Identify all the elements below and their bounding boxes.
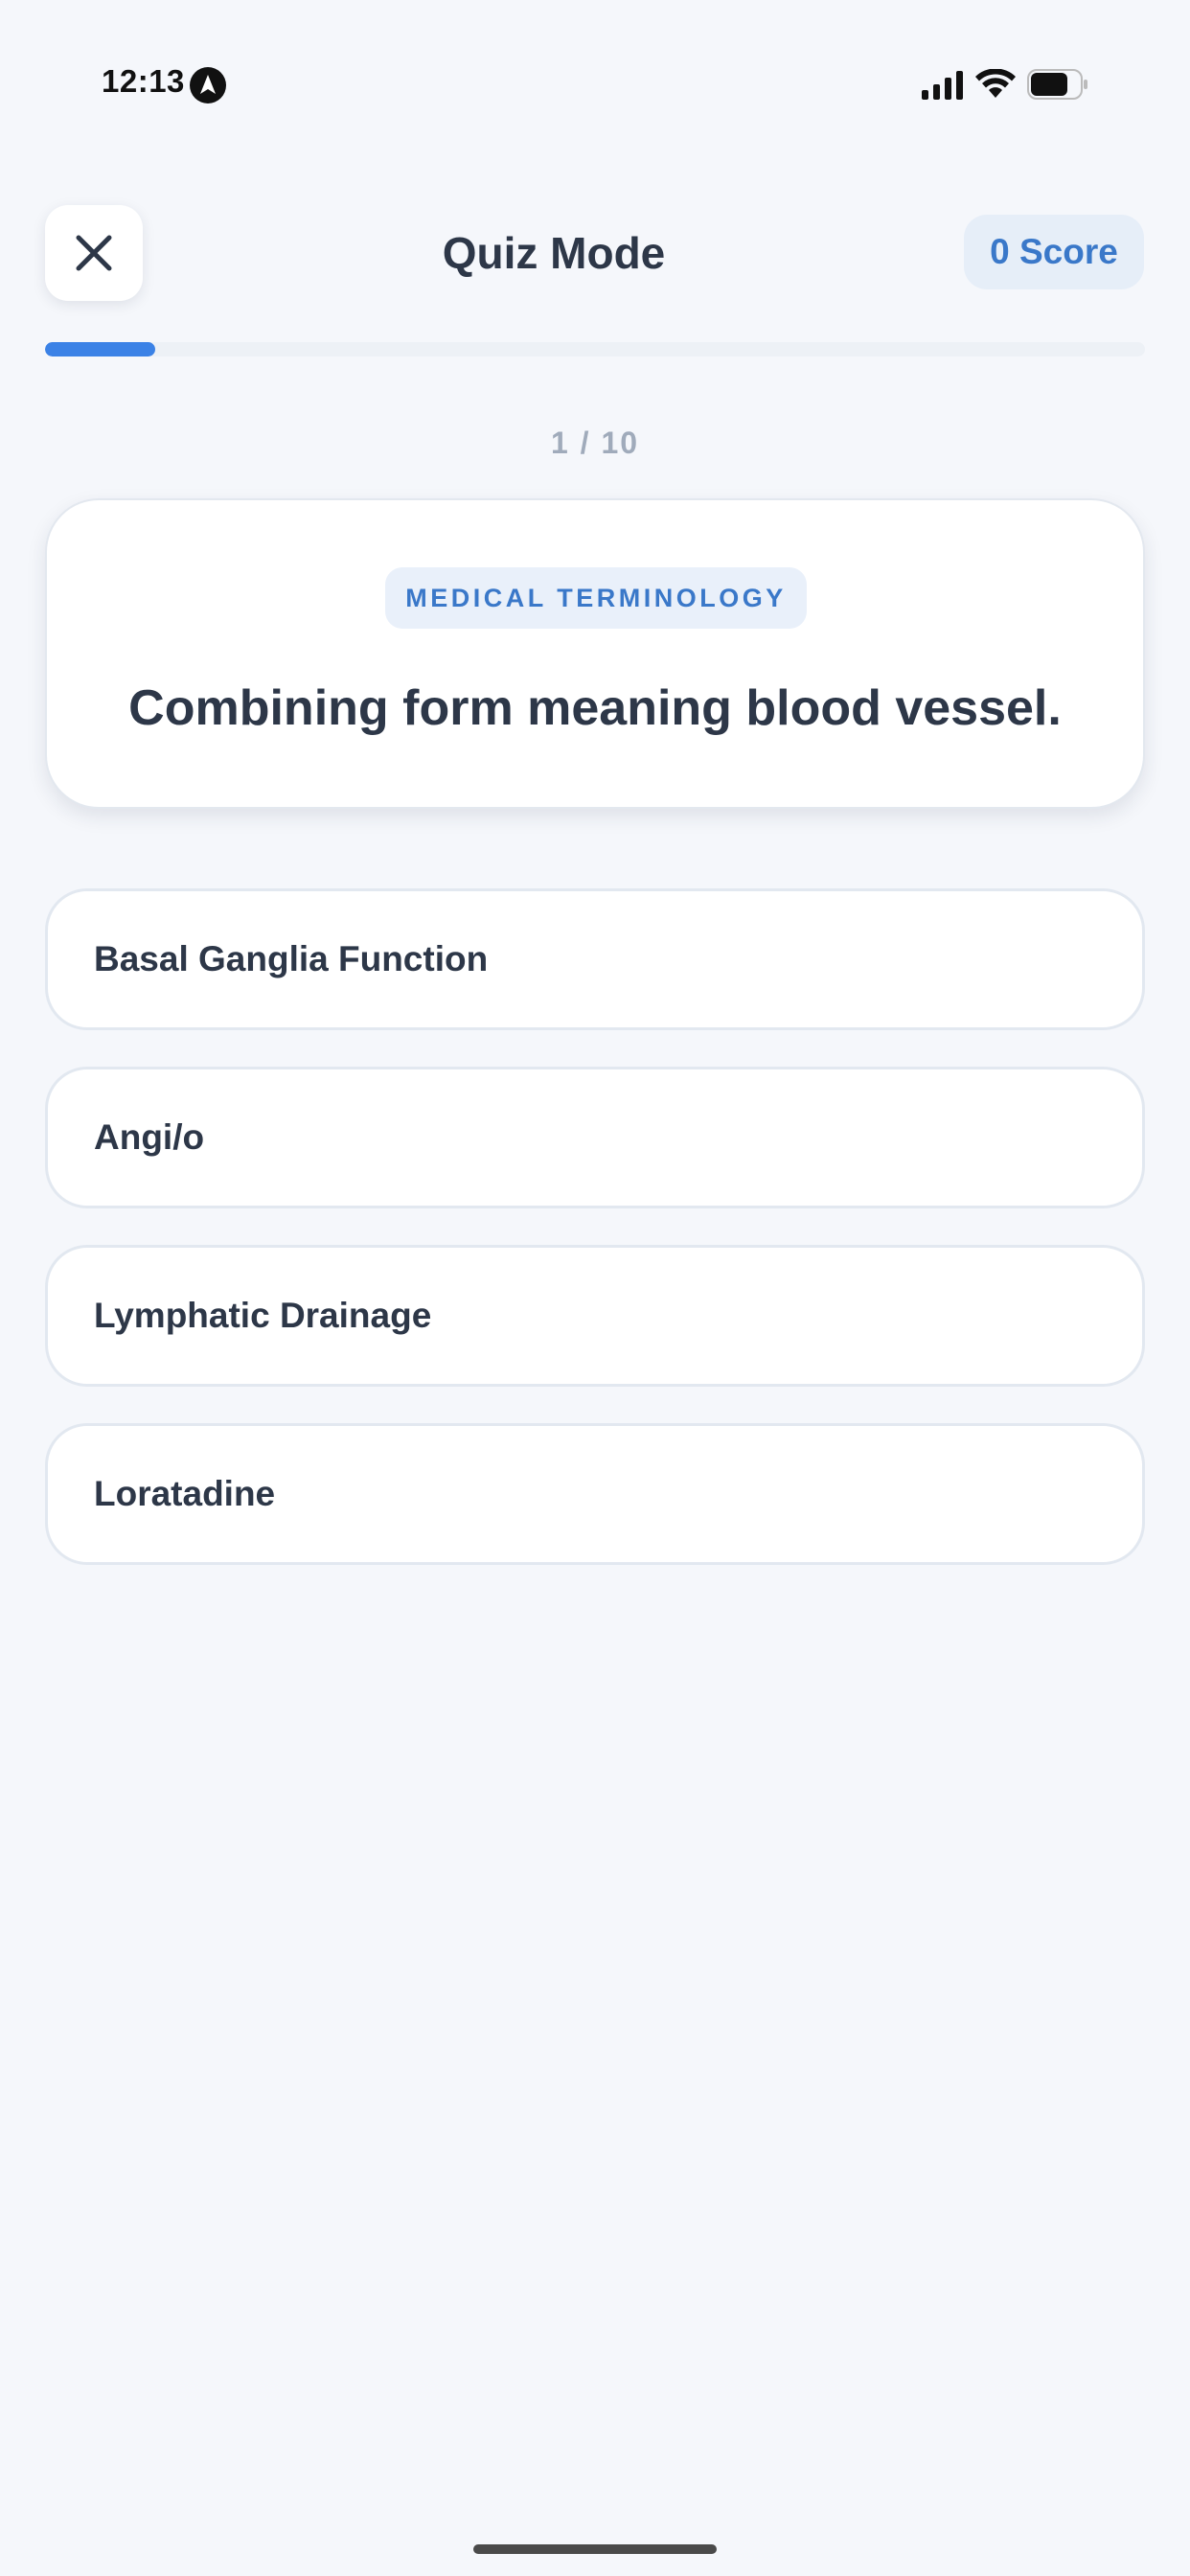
cellular-signal-icon [922,71,963,100]
close-button[interactable] [45,205,143,301]
answer-list: Basal Ganglia Function Angi/o Lymphatic … [45,888,1145,1601]
home-indicator [473,2544,717,2554]
close-icon [76,235,112,271]
question-text: Combining form meaning blood vessel. [128,680,1062,736]
wifi-icon [975,69,1016,98]
battery-icon [1027,69,1087,100]
progress-bar [45,342,1145,356]
answer-option[interactable]: Angi/o [45,1067,1145,1208]
page-title: Quiz Mode [442,228,666,278]
answer-option[interactable]: Basal Ganglia Function [45,888,1145,1030]
score-badge: 0 Score [964,215,1144,289]
question-card: MEDICAL TERMINOLOGY Combining form meani… [45,498,1145,809]
status-time: 12:13 [102,63,185,99]
answer-option[interactable]: Loratadine [45,1423,1145,1565]
status-bar: 12:13 [0,0,1190,144]
question-counter: 1 / 10 [550,426,640,460]
progress-fill [45,342,155,356]
category-tag: MEDICAL TERMINOLOGY [385,567,807,629]
answer-option[interactable]: Lymphatic Drainage [45,1245,1145,1387]
location-arrow-icon [190,67,226,104]
